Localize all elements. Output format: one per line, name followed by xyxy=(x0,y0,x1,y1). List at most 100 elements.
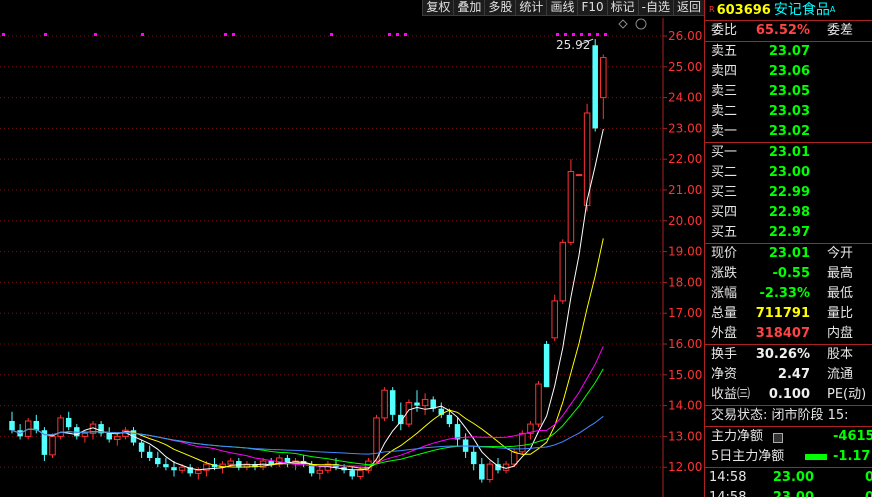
asks-row: 卖五 23.07 xyxy=(705,42,872,62)
toolbar-button[interactable]: 返回 xyxy=(672,0,704,16)
candle-body xyxy=(227,460,234,465)
bids-label: 买三 xyxy=(711,185,738,200)
marker-dot xyxy=(44,33,47,36)
quote2-row: 收益㈢ 0.100 PE(动) xyxy=(705,385,872,405)
quote1-value: 318407 xyxy=(755,326,810,341)
axis-tick-label: 24.00 xyxy=(668,91,702,105)
asks-row: 卖二 23.03 xyxy=(705,102,872,122)
quote1-label: 涨跌 xyxy=(711,266,738,281)
circle-icon xyxy=(635,18,647,30)
toolbar-button[interactable]: 复权 xyxy=(422,0,454,16)
quote1-label2: 最高 xyxy=(827,266,854,281)
axis-tick-label: 21.00 xyxy=(668,183,702,197)
bar-icon[interactable] xyxy=(805,454,827,460)
candle-body xyxy=(510,451,518,465)
marker-dot xyxy=(604,33,607,36)
quote1-label: 外盘 xyxy=(711,326,738,341)
bids-price: 22.98 xyxy=(768,205,810,220)
candle-body xyxy=(316,469,324,474)
bids-row: 买二 23.00 xyxy=(705,163,872,183)
quote2-value: 30.26% xyxy=(755,347,810,362)
stock-code: 603696 xyxy=(716,3,771,18)
candle-body xyxy=(155,457,161,465)
flow-value: -4615 xyxy=(833,429,872,444)
trade-status: 交易状态: 闭市阶段 15: xyxy=(705,406,872,427)
weibi-row: 委比 65.52% 委差 xyxy=(705,21,872,42)
candle-body xyxy=(178,466,186,471)
asks-price: 23.07 xyxy=(768,44,810,59)
marker-dot xyxy=(580,33,583,36)
axis-tick-label: 23.00 xyxy=(668,121,702,135)
tick-volume: 0 xyxy=(865,488,872,497)
bids-price: 22.97 xyxy=(768,225,810,240)
marker-dot xyxy=(404,33,407,36)
axis-tick-label: 13.00 xyxy=(668,429,702,443)
axis-tick-label: 26.00 xyxy=(668,29,702,43)
toolbar-button[interactable]: 多股 xyxy=(484,0,516,16)
asks-label: 卖一 xyxy=(711,124,738,139)
candle-body xyxy=(592,45,598,129)
toolbar-button[interactable]: -自选 xyxy=(637,0,673,16)
bids-price: 23.01 xyxy=(768,145,810,160)
quote-panel: R 603696 安记食品A 委比 65.52% 委差 卖五 23.07 卖四 23.06… xyxy=(704,0,872,497)
flow-value: -1.17 xyxy=(833,449,871,464)
asks-label: 卖二 xyxy=(711,104,738,119)
kline-chart[interactable]: 26.00 25.00 24.00 23.00 22.00 21.00 20.00 19.00… xyxy=(0,0,704,497)
candle-body xyxy=(470,451,477,465)
toolbar-button[interactable]: 统计 xyxy=(515,0,547,16)
candle-body xyxy=(600,57,607,99)
asks-price: 23.06 xyxy=(768,64,810,79)
bid-book: 买一 23.01 买二 23.00 买三 22.99 买四 22.98 买五 22.97 xyxy=(705,143,872,244)
flow-row: 5日主力净额 -1.17 xyxy=(705,447,872,467)
quote2-label: 净资 xyxy=(711,367,738,382)
marker-dot xyxy=(141,33,144,36)
toolbar-button[interactable]: F10 xyxy=(577,0,607,16)
quote1-label: 现价 xyxy=(711,246,738,261)
axis-tick-label: 12.00 xyxy=(668,460,702,474)
quote1-label2: 今开 xyxy=(827,246,854,261)
tick-volume: 0 xyxy=(865,468,872,488)
diamond-icon xyxy=(618,19,628,29)
candle-body xyxy=(502,463,510,471)
bids-row: 买四 22.98 xyxy=(705,203,872,223)
quote2-value: 2.47 xyxy=(777,367,810,382)
toolbar-button[interactable]: 叠加 xyxy=(453,0,485,16)
axis-tick-label: 18.00 xyxy=(668,275,702,289)
candle-body xyxy=(65,417,72,428)
tick-time: 14:58 xyxy=(709,470,747,485)
marker-dot xyxy=(388,33,391,36)
toolbar: 复权 叠加 多股 统计 画线 F10 标记 -自选 返回 xyxy=(422,0,704,16)
a-mark: A xyxy=(829,5,836,14)
flow-label: 主力净额 xyxy=(711,429,764,444)
candle-body xyxy=(81,432,89,437)
candle-body xyxy=(421,398,429,407)
quote2-label2: 股本 xyxy=(827,347,854,362)
quote2-label2: PE(动) xyxy=(827,387,867,402)
tick-price: 23.00 xyxy=(773,488,814,497)
candle-body xyxy=(163,464,169,468)
candle-body xyxy=(146,451,153,458)
bids-label: 买一 xyxy=(711,145,738,160)
asks-row: 卖一 23.02 xyxy=(705,122,872,142)
candle-body xyxy=(349,470,355,477)
bids-label: 买四 xyxy=(711,205,738,220)
asks-row: 卖三 23.05 xyxy=(705,82,872,102)
candle-body xyxy=(236,461,242,468)
quote2-value: 0.100 xyxy=(768,387,810,402)
candle-body xyxy=(446,414,453,425)
stock-header[interactable]: R 603696 安记食品A xyxy=(705,0,872,21)
candle-body xyxy=(268,461,274,465)
quote1-label2: 最低 xyxy=(827,286,854,301)
axis-tick-label: 19.00 xyxy=(668,245,702,259)
toolbar-button[interactable]: 标记 xyxy=(606,0,638,16)
candle-body xyxy=(57,417,64,437)
candle-body xyxy=(551,300,558,339)
table-icon[interactable] xyxy=(773,433,783,443)
marker-dot xyxy=(94,33,97,36)
bids-row: 买五 22.97 xyxy=(705,223,872,243)
toolbar-button[interactable]: 画线 xyxy=(546,0,578,16)
candle-body xyxy=(414,402,420,406)
axis-tick-label: 25.00 xyxy=(668,60,702,74)
bids-label: 买二 xyxy=(711,165,738,180)
candle-body xyxy=(486,463,494,481)
